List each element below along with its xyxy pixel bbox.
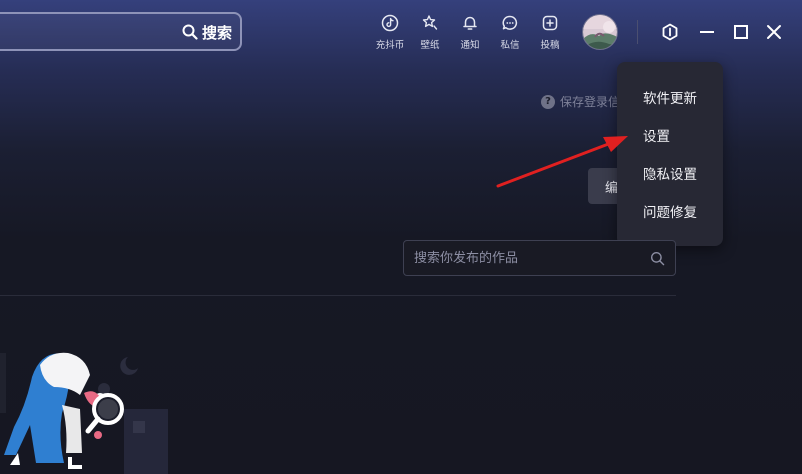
close-button[interactable] <box>764 22 784 42</box>
upload-plus-icon <box>542 15 558 31</box>
avatar-image <box>583 15 617 49</box>
search-icon[interactable] <box>650 251 665 266</box>
avatar[interactable] <box>582 14 618 50</box>
toolbar-messages[interactable]: 私信 <box>490 14 530 51</box>
toolbar-notifications[interactable]: 通知 <box>450 14 490 51</box>
toolbar-recharge[interactable]: 充抖币 <box>370 14 410 51</box>
app-menu-button[interactable] <box>660 22 680 42</box>
empty-state-illustration <box>0 352 168 474</box>
minimize-icon <box>700 31 714 33</box>
menu-item-troubleshoot[interactable]: 问题修复 <box>617 192 723 230</box>
help-icon: ? <box>541 94 555 109</box>
toolbar-upload-label: 投稿 <box>540 40 560 51</box>
section-divider <box>0 295 676 296</box>
menu-item-label: 设置 <box>643 129 670 145</box>
message-icon <box>502 15 518 30</box>
hexagon-menu-icon <box>662 23 678 41</box>
menu-item-settings[interactable]: 设置 <box>617 116 723 154</box>
save-login-hint[interactable]: ? 保存登录信 <box>541 93 620 110</box>
close-icon <box>767 25 781 39</box>
settings-dropdown-menu: 软件更新 设置 隐私设置 问题修复 <box>617 62 723 246</box>
toolbar-upload[interactable]: 投稿 <box>530 14 570 51</box>
toolbar-wallpaper-label: 壁纸 <box>420 40 440 51</box>
menu-item-software-update[interactable]: 软件更新 <box>617 78 723 116</box>
search-icon <box>182 24 198 40</box>
douyin-coin-icon <box>381 14 399 32</box>
menu-item-label: 问题修复 <box>643 205 697 221</box>
menu-item-privacy-settings[interactable]: 隐私设置 <box>617 154 723 192</box>
top-toolbar: 充抖币 壁纸 通知 私信 投稿 <box>370 14 570 51</box>
search-button[interactable]: 搜索 <box>182 21 232 43</box>
search-button-label: 搜索 <box>201 23 232 42</box>
works-search-box <box>403 240 676 276</box>
menu-item-label: 软件更新 <box>643 91 697 107</box>
minimize-button[interactable] <box>697 22 717 42</box>
top-search-box[interactable]: 搜索 <box>0 12 242 51</box>
works-search-input[interactable] <box>414 241 644 275</box>
wallpaper-icon <box>422 15 438 30</box>
save-login-hint-label: 保存登录信 <box>560 95 621 109</box>
toolbar-divider <box>637 20 638 44</box>
menu-item-label: 隐私设置 <box>643 167 697 183</box>
toolbar-wallpaper[interactable]: 壁纸 <box>410 14 450 51</box>
toolbar-messages-label: 私信 <box>500 40 520 51</box>
maximize-icon <box>734 25 748 39</box>
toolbar-notifications-label: 通知 <box>460 40 480 51</box>
bell-icon <box>463 16 477 30</box>
maximize-button[interactable] <box>731 22 751 42</box>
toolbar-recharge-label: 充抖币 <box>375 40 405 51</box>
